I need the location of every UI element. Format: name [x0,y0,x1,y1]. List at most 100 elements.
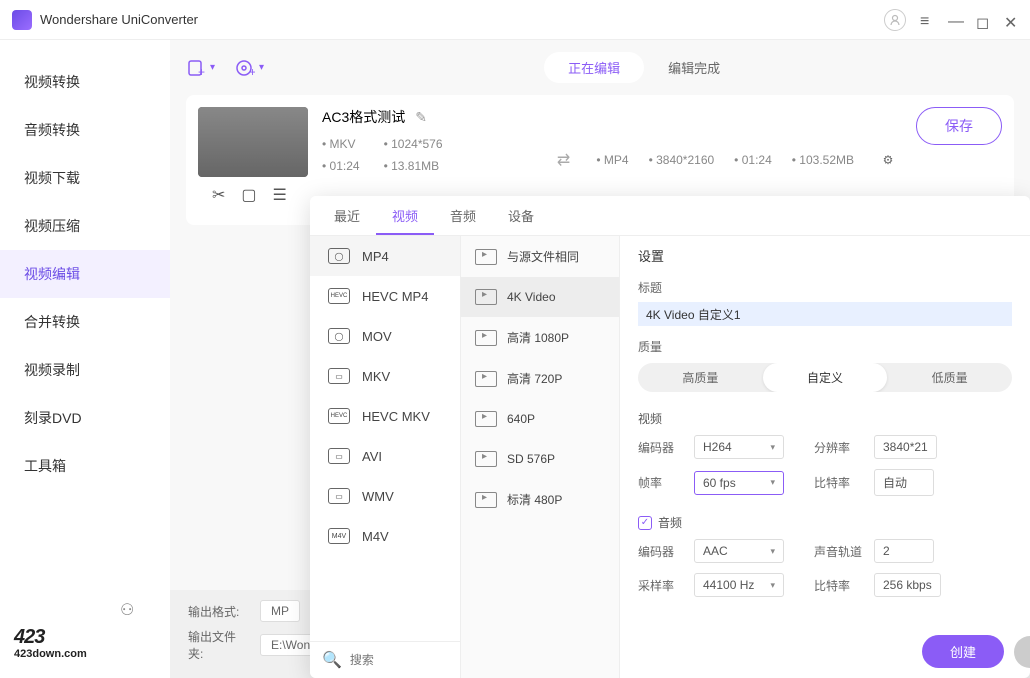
format-hevc-mp4[interactable]: HEVCHEVC MP4 [310,276,460,316]
audio-bitrate-label: 比特率 [814,577,862,594]
file-title: AC3格式测试 [322,107,405,127]
svg-text:+: + [198,65,205,78]
quality-custom[interactable]: 自定义 [763,363,888,392]
cut-icon[interactable]: ✂ [212,185,225,205]
minimize-icon[interactable]: — [948,13,962,27]
video-res-select[interactable]: 3840*21 [874,435,937,459]
add-disc-button[interactable]: +▾ [235,58,264,78]
preset-480p[interactable]: 标清 480P [461,479,619,520]
output-folder-label: 输出文件夹: [188,628,250,662]
group-icon[interactable]: ⚇ [120,600,134,620]
video-encoder-select[interactable]: H264▾ [694,435,784,459]
add-file-button[interactable]: +▾ [186,58,215,78]
titlebar: Wondershare UniConverter ≡ — ◻ ✕ [0,0,1030,40]
quality-low[interactable]: 低质量 [887,363,1012,392]
audio-bitrate-select[interactable]: 256 kbps [874,573,941,597]
format-mov[interactable]: ◯MOV [310,316,460,356]
audio-channel-label: 声音轨道 [814,543,862,560]
audio-checkbox[interactable]: ✓ [638,516,652,530]
audio-section-header: ✓音频 [638,514,1012,531]
preset-list: 与源文件相同 4K Video 高清 1080P 高清 720P 640P SD… [460,196,620,678]
popup-tab-video[interactable]: 视频 [376,196,434,235]
preset-1080p[interactable]: 高清 1080P [461,317,619,358]
maximize-icon[interactable]: ◻ [976,13,990,27]
video-res-label: 分辨率 [814,439,862,456]
sidebar-item-edit[interactable]: 视频编辑 [0,250,170,298]
preset-720p[interactable]: 高清 720P [461,358,619,399]
quality-label: 质量 [638,338,1012,355]
sidebar-item-dvd[interactable]: 刻录DVD [0,394,170,442]
src-size: 13.81MB [384,159,443,173]
shuffle-icon[interactable]: ⇄ [557,150,570,170]
audio-encoder-select[interactable]: AAC▾ [694,539,784,563]
app-icon [12,10,32,30]
format-list: ◯MP4 HEVCHEVC MP4 ◯MOV ▭MKV HEVCHEVC MKV… [310,196,460,678]
out-resolution: 3840*2160 [649,153,715,167]
create-button[interactable]: 创建 [922,635,1004,668]
output-format-label: 输出格式: [188,603,250,620]
video-fps-select[interactable]: 60 fps▾ [694,471,784,495]
format-m4v[interactable]: M4VM4V [310,516,460,556]
preset-576p[interactable]: SD 576P [461,439,619,479]
settings-panel: 设置 标题 质量 高质量 自定义 低质量 视频 编码器 H264▾ 分辨率 38… [620,196,1030,678]
preset-title-input[interactable] [638,302,1012,326]
out-duration: 01:24 [734,153,772,167]
audio-encoder-label: 编码器 [638,543,682,560]
out-size: 103.52MB [792,153,854,167]
user-icon[interactable] [884,9,906,31]
src-format: MKV [322,137,360,151]
video-bitrate-select[interactable]: 自动 [874,469,934,496]
preset-4k[interactable]: 4K Video [461,277,619,317]
app-title: Wondershare UniConverter [40,12,884,27]
sidebar-item-record[interactable]: 视频录制 [0,346,170,394]
sidebar: 视频转换 音频转换 视频下载 视频压缩 视频编辑 合并转换 视频录制 刻录DVD… [0,40,170,678]
format-mkv[interactable]: ▭MKV [310,356,460,396]
save-button[interactable]: 保存 [916,107,1002,145]
video-fps-label: 帧率 [638,474,682,491]
sidebar-item-audio-convert[interactable]: 音频转换 [0,106,170,154]
tab-editing[interactable]: 正在编辑 [544,52,644,83]
format-hevc-mkv[interactable]: HEVCHEVC MKV [310,396,460,436]
audio-sample-label: 采样率 [638,577,682,594]
video-bitrate-label: 比特率 [814,474,862,491]
format-settings-popup: 最近 视频 音频 设备 ◯MP4 HEVCHEVC MP4 ◯MOV ▭MKV … [310,196,1030,678]
popup-tab-device[interactable]: 设备 [492,196,550,235]
gear-icon[interactable]: ⚙ [874,146,902,174]
preset-640p[interactable]: 640P [461,399,619,439]
format-wmv[interactable]: ▭WMV [310,476,460,516]
watermark: 423 423down.com [14,626,87,660]
tab-done[interactable]: 编辑完成 [644,52,744,83]
src-duration: 01:24 [322,159,360,173]
sidebar-item-download[interactable]: 视频下载 [0,154,170,202]
src-resolution: 1024*576 [384,137,443,151]
sidebar-item-compress[interactable]: 视频压缩 [0,202,170,250]
sidebar-item-toolbox[interactable]: 工具箱 [0,442,170,490]
svg-text:+: + [249,65,255,78]
format-search[interactable]: 🔍 [310,641,460,678]
format-mp4[interactable]: ◯MP4 [310,236,460,276]
output-format-select[interactable]: MP [260,600,300,622]
quality-tabs: 高质量 自定义 低质量 [638,363,1012,392]
close-icon[interactable]: ✕ [1004,13,1018,27]
audio-sample-select[interactable]: 44100 Hz▾ [694,573,784,597]
settings-heading: 设置 [638,246,1012,265]
create-secondary[interactable] [1014,636,1030,668]
menu-icon[interactable]: ≡ [920,13,934,27]
crop-icon[interactable]: ▢ [241,185,256,205]
popup-tab-recent[interactable]: 最近 [318,196,376,235]
search-input[interactable] [350,653,440,667]
sidebar-item-video-convert[interactable]: 视频转换 [0,58,170,106]
popup-tab-audio[interactable]: 音频 [434,196,492,235]
audio-channel-select[interactable]: 2 [874,539,934,563]
rename-icon[interactable]: ✎ [415,109,427,126]
format-avi[interactable]: ▭AVI [310,436,460,476]
video-section-header: 视频 [638,410,1012,427]
video-encoder-label: 编码器 [638,439,682,456]
video-thumbnail[interactable] [198,107,308,177]
preset-same-as-source[interactable]: 与源文件相同 [461,236,619,277]
sidebar-item-merge[interactable]: 合并转换 [0,298,170,346]
quality-high[interactable]: 高质量 [638,363,763,392]
title-label: 标题 [638,279,1012,296]
out-format: MP4 [596,153,628,167]
adjust-icon[interactable]: ☰ [273,185,287,205]
